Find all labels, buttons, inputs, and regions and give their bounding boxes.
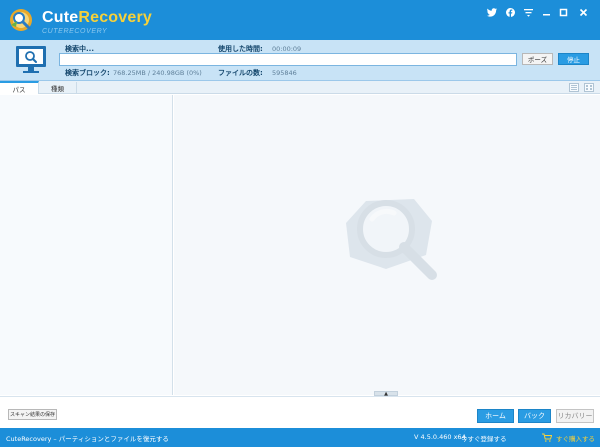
home-button[interactable]: ホーム (477, 409, 514, 423)
file-count-value: 595846 (272, 69, 297, 77)
menu-icon[interactable] (522, 6, 534, 18)
stop-button[interactable]: 停止 (558, 53, 589, 65)
shopping-cart-icon[interactable] (542, 433, 552, 442)
tab-path[interactable]: パス (0, 81, 39, 94)
minimize-icon[interactable] (540, 6, 552, 18)
search-block-label: 検索ブロック: (65, 69, 110, 77)
close-icon[interactable] (577, 6, 589, 18)
search-watermark-icon (346, 199, 437, 280)
grid-view-icon[interactable] (584, 83, 594, 92)
scan-progress-bar (59, 53, 517, 66)
elapsed-time-value: 00:00:09 (272, 45, 302, 53)
tab-type[interactable]: 種類 (39, 82, 77, 94)
pause-button[interactable]: ポーズ (522, 53, 553, 65)
file-count-label: ファイルの数: (218, 69, 263, 77)
app-tagline: CUTERECOVERY (42, 28, 108, 35)
app-name: CuteRecovery (42, 9, 153, 26)
monitor-icon (16, 46, 46, 73)
version-text: V 4.5.0.460 x64 (414, 433, 466, 441)
twitter-icon[interactable] (486, 6, 498, 18)
maximize-icon[interactable] (557, 6, 569, 18)
facebook-icon[interactable] (504, 6, 516, 18)
status-bar: CuteRecovery – パーティションとファイルを復元する V 4.5.0… (0, 428, 600, 447)
register-link[interactable]: 今すぐ登録する (461, 433, 507, 443)
folder-tree-pane[interactable] (0, 95, 173, 395)
back-button[interactable]: バック (518, 409, 551, 423)
search-block-value: 768.25MB / 240.98GB (0%) (113, 69, 202, 77)
status-description: CuteRecovery – パーティションとファイルを復元する (6, 435, 169, 443)
recover-button[interactable]: リカバリー (556, 409, 594, 423)
save-scan-button[interactable]: スキャン結果の保存 (8, 409, 57, 420)
app-logo-icon (10, 9, 32, 31)
buy-now-link[interactable]: すぐ購入する (556, 433, 595, 443)
list-view-icon[interactable] (569, 83, 579, 92)
tab-strip (0, 81, 600, 94)
